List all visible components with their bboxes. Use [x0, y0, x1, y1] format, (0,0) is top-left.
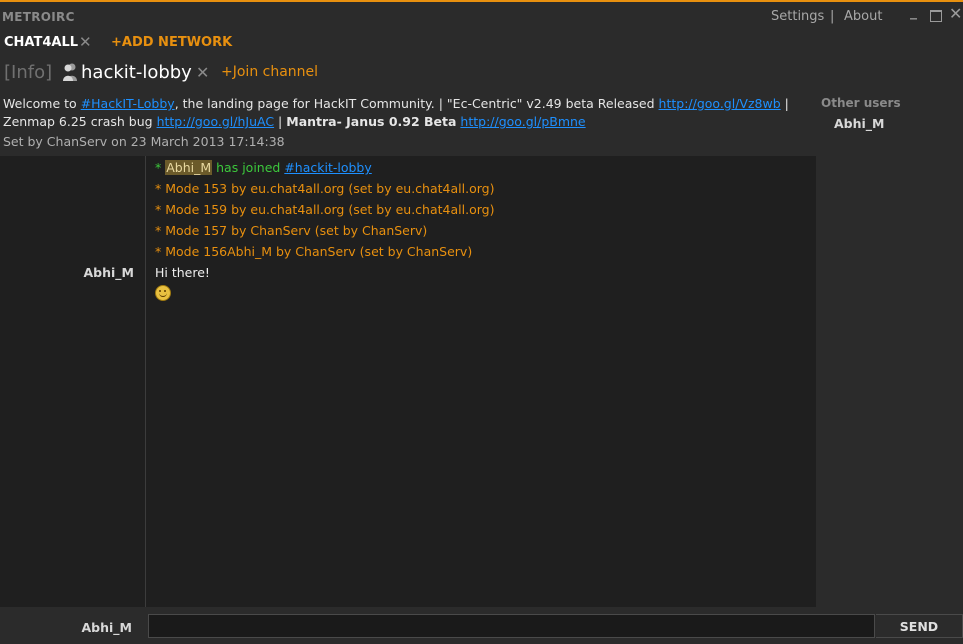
title-bar: METROIRC Settings | About _ ✕ — [0, 2, 963, 29]
topic-url-link[interactable]: http://goo.gl/pBmne — [460, 114, 585, 129]
topic-set-by: Set by ChanServ on 23 March 2013 17:14:3… — [3, 134, 285, 149]
message-nick[interactable]: Abhi_M — [84, 265, 135, 280]
settings-link[interactable]: Settings — [771, 9, 824, 24]
join-channel-link[interactable]: #hackit-lobby — [284, 160, 371, 175]
smiley-icon — [155, 285, 171, 301]
join-prefix: * — [155, 160, 166, 175]
close-network-icon[interactable]: ✕ — [79, 33, 92, 51]
tab-info[interactable]: [Info] — [4, 62, 52, 83]
join-nick-highlight: Abhi_M — [165, 160, 213, 175]
send-button[interactable]: SEND — [876, 614, 963, 638]
join-text: has joined — [212, 160, 285, 175]
network-bar: CHAT4ALL ✕ +ADD NETWORK — [0, 30, 963, 56]
users-title: Other users — [821, 96, 901, 110]
chat-log[interactable]: * Abhi_M has joined #hackit-lobby * Mode… — [0, 156, 816, 607]
message-input[interactable] — [148, 614, 875, 638]
mode-message: * Mode 159 by eu.chat4all.org (set by eu… — [155, 202, 495, 217]
topic-bold-text: Mantra- Janus 0.92 Beta — [286, 114, 457, 129]
input-bar: Abhi_M SEND — [0, 612, 963, 644]
topic-text: , the landing page for HackIT Community.… — [174, 96, 659, 111]
users-icon — [63, 63, 77, 81]
mode-message: * Mode 157 by ChanServ (set by ChanServ) — [155, 223, 428, 238]
menu-separator: | — [830, 9, 835, 24]
app-title: METROIRC — [2, 10, 75, 24]
mode-message: * Mode 153 by eu.chat4all.org (set by eu… — [155, 181, 495, 196]
minimize-icon[interactable]: _ — [910, 5, 917, 19]
user-list-item[interactable]: Abhi_M — [834, 116, 885, 131]
about-link[interactable]: About — [844, 9, 882, 24]
topic-text: | — [274, 114, 287, 129]
topic-url-link[interactable]: http://goo.gl/Vz8wb — [659, 96, 781, 111]
topic-channel-link[interactable]: #HackIT-Lobby — [81, 96, 175, 111]
maximize-icon[interactable] — [930, 10, 942, 22]
tab-hackit-lobby[interactable]: hackit-lobby — [81, 62, 192, 83]
current-nick: Abhi_M — [81, 620, 133, 635]
close-channel-icon[interactable]: ✕ — [196, 63, 209, 82]
channel-topic: Welcome to #HackIT-Lobby, the landing pa… — [3, 95, 803, 131]
topic-url-link[interactable]: http://goo.gl/hJuAC — [157, 114, 275, 129]
network-tab-chat4all[interactable]: CHAT4ALL — [4, 35, 78, 50]
join-message: * Abhi_M has joined #hackit-lobby — [155, 160, 372, 175]
users-panel: Other users Abhi_M — [816, 90, 963, 607]
channel-bar: [Info] hackit-lobby ✕ +Join channel — [0, 58, 963, 88]
topic-text: Welcome to — [3, 96, 81, 111]
close-window-icon[interactable]: ✕ — [949, 6, 962, 22]
mode-message: * Mode 156Abhi_M by ChanServ (set by Cha… — [155, 244, 473, 259]
add-network-button[interactable]: +ADD NETWORK — [111, 35, 232, 50]
join-channel-button[interactable]: +Join channel — [221, 64, 318, 80]
chat-message-text: Hi there! — [155, 265, 210, 280]
nick-column-divider — [145, 156, 146, 607]
